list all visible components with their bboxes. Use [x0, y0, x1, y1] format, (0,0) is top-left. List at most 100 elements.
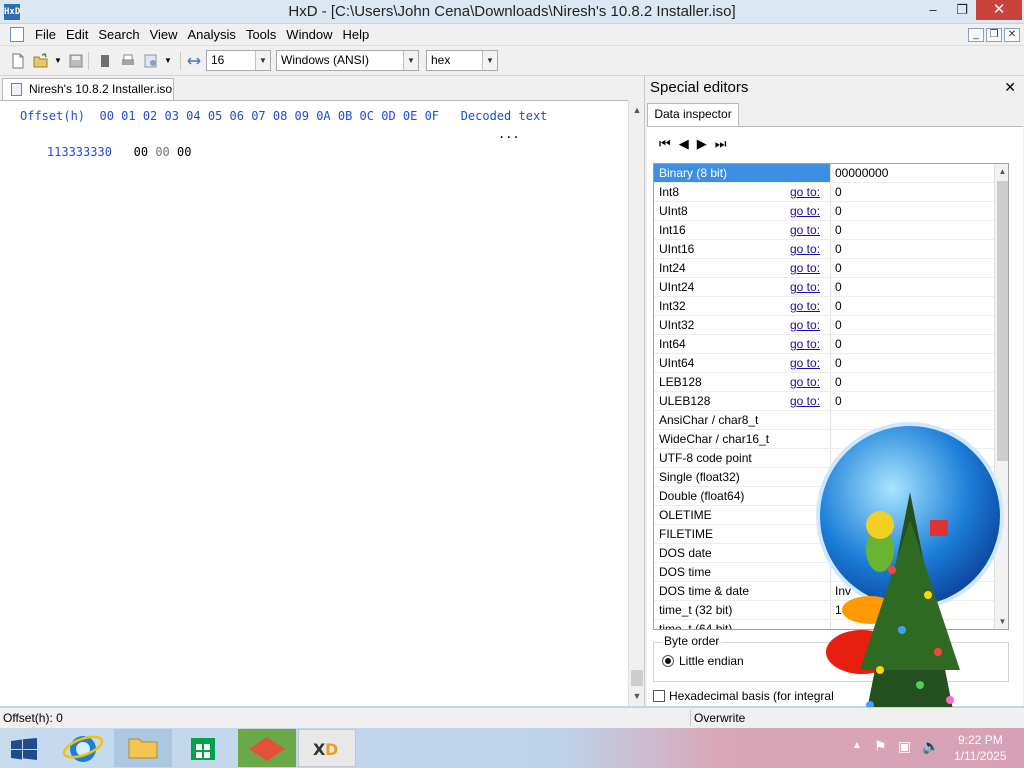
little-endian-label[interactable]: Little endian	[679, 654, 744, 668]
chevron-down-icon[interactable]: ▼	[255, 51, 270, 70]
properties-icon[interactable]	[143, 53, 159, 69]
doc-close-icon[interactable]: ✕	[1004, 28, 1020, 42]
clock-date[interactable]: 1/11/2025	[954, 749, 1007, 763]
row-value[interactable]: 0	[830, 316, 994, 334]
hexadecimal-basis-checkbox[interactable]	[653, 690, 665, 702]
menu-edit[interactable]: Edit	[61, 27, 93, 43]
internet-explorer-icon[interactable]	[54, 729, 112, 767]
menu-view[interactable]: View	[145, 27, 183, 43]
action-center-flag-icon[interactable]: ⚑	[874, 738, 887, 755]
network-icon[interactable]: ▣	[898, 738, 911, 755]
data-inspector-row[interactable]: Int64 go to: 0	[654, 335, 994, 354]
menu-analysis[interactable]: Analysis	[183, 27, 241, 43]
go-to-link[interactable]: go to:	[790, 240, 820, 258]
print-icon[interactable]	[120, 53, 136, 69]
hex-byte[interactable]: 00	[155, 145, 169, 159]
go-to-link[interactable]: go to:	[790, 259, 820, 277]
data-inspector-row[interactable]: UInt64 go to: 0	[654, 354, 994, 373]
row-value[interactable]: 0	[830, 221, 994, 239]
tab-data-inspector[interactable]: Data inspector	[647, 103, 739, 126]
chevron-down-icon[interactable]: ▼	[482, 51, 497, 70]
row-value[interactable]: 0	[830, 335, 994, 353]
go-to-link[interactable]: go to:	[790, 316, 820, 334]
scroll-up-icon[interactable]: ▲	[995, 164, 1008, 179]
scroll-thumb[interactable]	[631, 670, 643, 686]
little-endian-radio[interactable]	[662, 655, 674, 667]
go-to-link[interactable]: go to:	[790, 202, 820, 220]
maximize-button[interactable]: ❐	[948, 0, 976, 20]
hxd-taskbar-icon[interactable]: X D	[298, 729, 356, 767]
close-button[interactable]: ✕	[976, 0, 1022, 20]
menu-help[interactable]: Help	[338, 27, 375, 43]
hex-row[interactable]: 113333330 00 00 00 ...	[18, 127, 520, 187]
store-icon[interactable]	[174, 729, 232, 767]
status-edit-mode[interactable]: Overwrite	[694, 708, 745, 728]
scroll-thumb[interactable]	[997, 181, 1008, 461]
data-inspector-row[interactable]: Int16 go to: 0	[654, 221, 994, 240]
hexadecimal-basis-option[interactable]: Hexadecimal basis (for integral	[653, 689, 834, 703]
data-inspector-row[interactable]: UInt8 go to: 0	[654, 202, 994, 221]
go-to-link[interactable]: go to:	[790, 392, 820, 410]
row-value[interactable]: 0	[830, 392, 994, 410]
row-value[interactable]: 0	[830, 278, 994, 296]
save-icon[interactable]	[68, 53, 84, 69]
next-byte-icon[interactable]: ▶	[697, 136, 707, 152]
chevron-down-icon[interactable]: ▼	[403, 51, 418, 70]
app-icon[interactable]	[238, 729, 296, 767]
scroll-down-icon[interactable]: ▼	[629, 688, 645, 704]
row-value[interactable]: 0	[830, 240, 994, 258]
go-to-link[interactable]: go to:	[790, 297, 820, 315]
data-inspector-row[interactable]: Int24 go to: 0	[654, 259, 994, 278]
first-byte-icon[interactable]: ⏮	[659, 136, 671, 152]
hex-byte[interactable]: 00	[177, 145, 191, 159]
row-value[interactable]: 0	[830, 373, 994, 391]
data-inspector-row[interactable]: Int32 go to: 0	[654, 297, 994, 316]
data-inspector-row[interactable]: ULEB128 go to: 0	[654, 392, 994, 411]
data-inspector-row[interactable]: UInt16 go to: 0	[654, 240, 994, 259]
go-to-link[interactable]: go to:	[790, 183, 820, 201]
row-value[interactable]: 00000000	[830, 164, 994, 182]
row-value[interactable]: 0	[830, 259, 994, 277]
hex-vertical-scrollbar[interactable]: ▲ ▼	[628, 100, 644, 706]
go-to-link[interactable]: go to:	[790, 373, 820, 391]
row-value[interactable]: 0	[830, 354, 994, 372]
file-explorer-icon[interactable]	[114, 729, 172, 767]
charset-select[interactable]: Windows (ANSI) ▼	[276, 50, 419, 71]
volume-icon[interactable]: 🔈	[922, 738, 939, 755]
previous-byte-icon[interactable]: ◀	[679, 136, 689, 152]
menu-file[interactable]: File	[30, 27, 61, 43]
data-inspector-row[interactable]: LEB128 go to: 0	[654, 373, 994, 392]
document-tab[interactable]: Niresh's 10.8.2 Installer.iso	[2, 78, 174, 100]
close-icon[interactable]: ✕	[1004, 80, 1016, 94]
windows-start-icon[interactable]	[10, 738, 38, 760]
data-inspector-row[interactable]: UInt32 go to: 0	[654, 316, 994, 335]
doc-restore-icon[interactable]: ❐	[986, 28, 1002, 42]
document-window-icon[interactable]	[10, 27, 24, 42]
clock-time[interactable]: 9:22 PM	[958, 733, 1003, 747]
offset-base-select[interactable]: hex ▼	[426, 50, 498, 71]
data-inspector-row[interactable]: Binary (8 bit) 00000000	[654, 164, 994, 183]
row-value[interactable]: 0	[830, 183, 994, 201]
show-hidden-icons-icon[interactable]: ▲	[852, 740, 862, 751]
hex-byte[interactable]: 00	[134, 145, 148, 159]
bytes-per-row-select[interactable]: 16 ▼	[206, 50, 271, 71]
row-value[interactable]: 0	[830, 202, 994, 220]
open-file-icon[interactable]	[33, 53, 49, 69]
scroll-up-icon[interactable]: ▲	[629, 102, 645, 118]
menu-tools[interactable]: Tools	[241, 27, 281, 43]
menu-window[interactable]: Window	[281, 27, 337, 43]
go-to-link[interactable]: go to:	[790, 335, 820, 353]
last-byte-icon[interactable]: ⏭	[715, 136, 727, 152]
go-to-link[interactable]: go to:	[790, 354, 820, 372]
row-value[interactable]: 0	[830, 297, 994, 315]
close-file-icon[interactable]	[97, 53, 113, 69]
decoded-text[interactable]: ...	[498, 127, 520, 141]
minimize-button[interactable]: –	[918, 0, 948, 20]
data-inspector-row[interactable]: Int8 go to: 0	[654, 183, 994, 202]
hex-editor[interactable]: Offset(h) 00 01 02 03 04 05 06 07 08 09 …	[0, 100, 628, 706]
new-file-icon[interactable]	[10, 53, 26, 69]
go-to-link[interactable]: go to:	[790, 221, 820, 239]
go-to-link[interactable]: go to:	[790, 278, 820, 296]
data-inspector-row[interactable]: UInt24 go to: 0	[654, 278, 994, 297]
properties-dropdown-icon[interactable]: ▼	[164, 53, 180, 69]
